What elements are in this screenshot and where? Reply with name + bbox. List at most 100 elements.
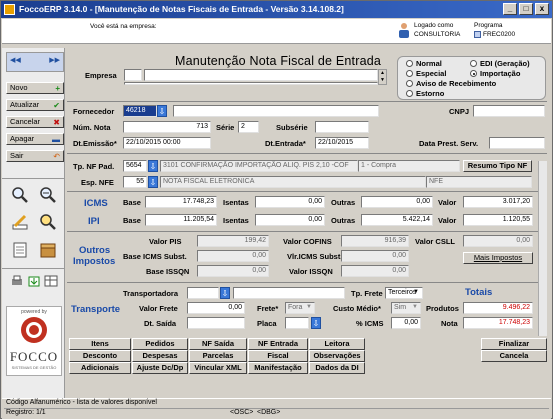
transportadora-lov-button[interactable]: ⇩ [220,287,230,299]
vincular-xml-button[interactable]: Vincular XML [189,362,247,374]
status-osc: <OSC> [230,409,254,416]
resumo-tipo-nf-button[interactable]: Resumo Tipo NF [463,160,532,172]
delete-button[interactable]: Apagar ▬ [6,133,64,145]
export-icon[interactable] [27,275,41,289]
dt-entrada-input[interactable]: 22/10/2015 [315,137,369,149]
edit-icon[interactable] [11,213,29,233]
divider [67,101,547,102]
esp-nfe-type: NFE [426,176,532,188]
new-button[interactable]: Novo + [6,82,64,94]
print-icon[interactable] [10,275,24,289]
tp-nf-code-input[interactable]: 5654 [123,160,147,172]
fornecedor-name-input[interactable] [173,105,379,117]
nav-last-icon[interactable]: ▶▶ [49,56,60,64]
nf-entrada-button[interactable]: NF Entrada [248,338,308,350]
despesas-button[interactable]: Despesas [132,350,188,362]
user-value: CONSULTORIA [414,31,461,38]
finalizar-button[interactable]: Finalizar [481,338,547,350]
itens-button[interactable]: Itens [69,338,131,350]
ipi-base-input[interactable]: 11.205,54 [145,214,217,226]
divider [67,191,547,192]
subserie-input[interactable] [315,121,369,133]
icms-valor-input[interactable]: 3.017,20 [463,196,533,208]
serie-input[interactable]: 2 [238,121,259,133]
tp-nf-desc: 3101 CONFIRMAÇÃO IMPORTAÇÃO ALIQ. PIS 2,… [160,160,358,172]
transportadora-code-input[interactable] [187,287,219,299]
logo-subtext: SISTEMAS DE GESTÃO [11,365,57,370]
empresa-scroll[interactable]: ▲ ▼ [378,69,387,85]
ipi-outras-input[interactable]: 5.422,14 [361,214,433,226]
subserie-label: Subsérie [276,123,308,132]
dt-emissao-input[interactable]: 22/10/2015 00:00 [123,137,211,149]
cancel-button[interactable]: Cancelar ✖ [6,116,64,128]
window-title: FoccoERP 3.14.0 - [Manutenção de Notas F… [19,4,344,14]
dados-di-button[interactable]: Dados da DI [309,362,365,374]
esp-nfe-lov-button[interactable]: ⇩ [148,176,158,188]
icms-isentas-label: Isentas [223,198,249,207]
radio-normal[interactable]: Normal [406,59,442,68]
update-button[interactable]: Atualizar ✔ [6,99,64,111]
tp-nf-compra: 1 - Compra [358,160,460,172]
icms-outras-input[interactable]: 0,00 [361,196,433,208]
valor-cofins-input: 916,39 [341,235,409,247]
fiscal-button[interactable]: Fiscal [248,350,308,362]
form-title: Manutenção Nota Fiscal de Entrada [175,54,382,68]
form-scrollbar[interactable] [538,161,547,336]
mais-impostos-button[interactable]: Mais Impostos [463,252,533,264]
leitora-button[interactable]: Leitora [309,338,365,350]
placa-input[interactable] [285,317,309,329]
maximize-button[interactable]: □ [519,3,533,15]
cnpj-input[interactable] [473,105,545,117]
minimize-button[interactable]: _ [503,3,517,15]
search-icon[interactable] [11,186,29,206]
valor-pis-input: 199,42 [197,235,269,247]
manifestacao-button[interactable]: Manifestação [248,362,308,374]
num-nota-input[interactable]: 713 [123,121,211,133]
icms-isentas-input[interactable]: 0,00 [255,196,325,208]
box-icon[interactable] [39,241,57,261]
observacoes-button[interactable]: Observações [309,350,365,362]
desconto-button[interactable]: Desconto [69,350,131,362]
pedidos-button[interactable]: Pedidos [132,338,188,350]
parcelas-button[interactable]: Parcelas [189,350,247,362]
radio-especial[interactable]: Especial [406,69,446,78]
custo-medio-chevron-down-icon[interactable]: ▼ [412,304,418,310]
nf-saida-button[interactable]: NF Saída [189,338,247,350]
pct-icms-input[interactable]: 0,00 [391,317,421,329]
empresa-name-input[interactable] [144,69,378,81]
icms-base-input[interactable]: 17.748,23 [145,196,217,208]
radio-estorno[interactable]: Estorno [406,89,444,98]
exit-button[interactable]: Sair ↶ [6,150,64,162]
radio-importacao[interactable]: Importação [470,69,520,78]
tp-frete-chevron-down-icon[interactable]: ▼ [413,289,419,295]
adicionais-button[interactable]: Adicionais [69,362,131,374]
placa-lov-button[interactable]: ⇩ [311,317,321,329]
fornecedor-input[interactable]: 46218 [123,105,157,117]
program-value: FREC0200 [483,31,516,38]
produtos-total: 9.496,22 [463,302,533,314]
nav-first-icon[interactable]: ◀◀ [10,56,21,64]
valor-frete-input[interactable]: 0,00 [187,302,245,314]
cancela-button[interactable]: Cancela [481,350,547,362]
dt-saida-input[interactable] [187,317,245,329]
tp-nf-lov-button[interactable]: ⇩ [148,160,158,172]
frete-chevron-down-icon[interactable]: ▼ [306,304,312,310]
esp-nfe-code-input[interactable]: 55 [123,176,147,188]
radio-normal-label: Normal [416,59,442,68]
ipi-isentas-input[interactable]: 0,00 [255,214,325,226]
data-prest-input[interactable] [489,137,545,149]
notes-icon[interactable] [11,241,29,261]
empresa-code-input[interactable] [124,69,142,81]
ajuste-dc-dp-button[interactable]: Ajuste Dc/Dp [132,362,188,374]
data-prest-label: Data Prest. Serv. [419,139,479,148]
ipi-valor-input[interactable]: 1.120,55 [463,214,533,226]
find-icon[interactable] [39,213,57,233]
grid-icon[interactable] [44,275,58,289]
radio-edi[interactable]: EDI (Geração) [470,59,530,68]
fornecedor-lov-button[interactable]: ⇩ [157,105,167,117]
transportadora-name-input[interactable] [233,287,345,299]
delete-icon: ▬ [52,135,60,144]
close-button[interactable]: x [535,3,549,15]
zoom-icon[interactable] [39,186,57,206]
radio-aviso[interactable]: Aviso de Recebimento [406,79,496,88]
